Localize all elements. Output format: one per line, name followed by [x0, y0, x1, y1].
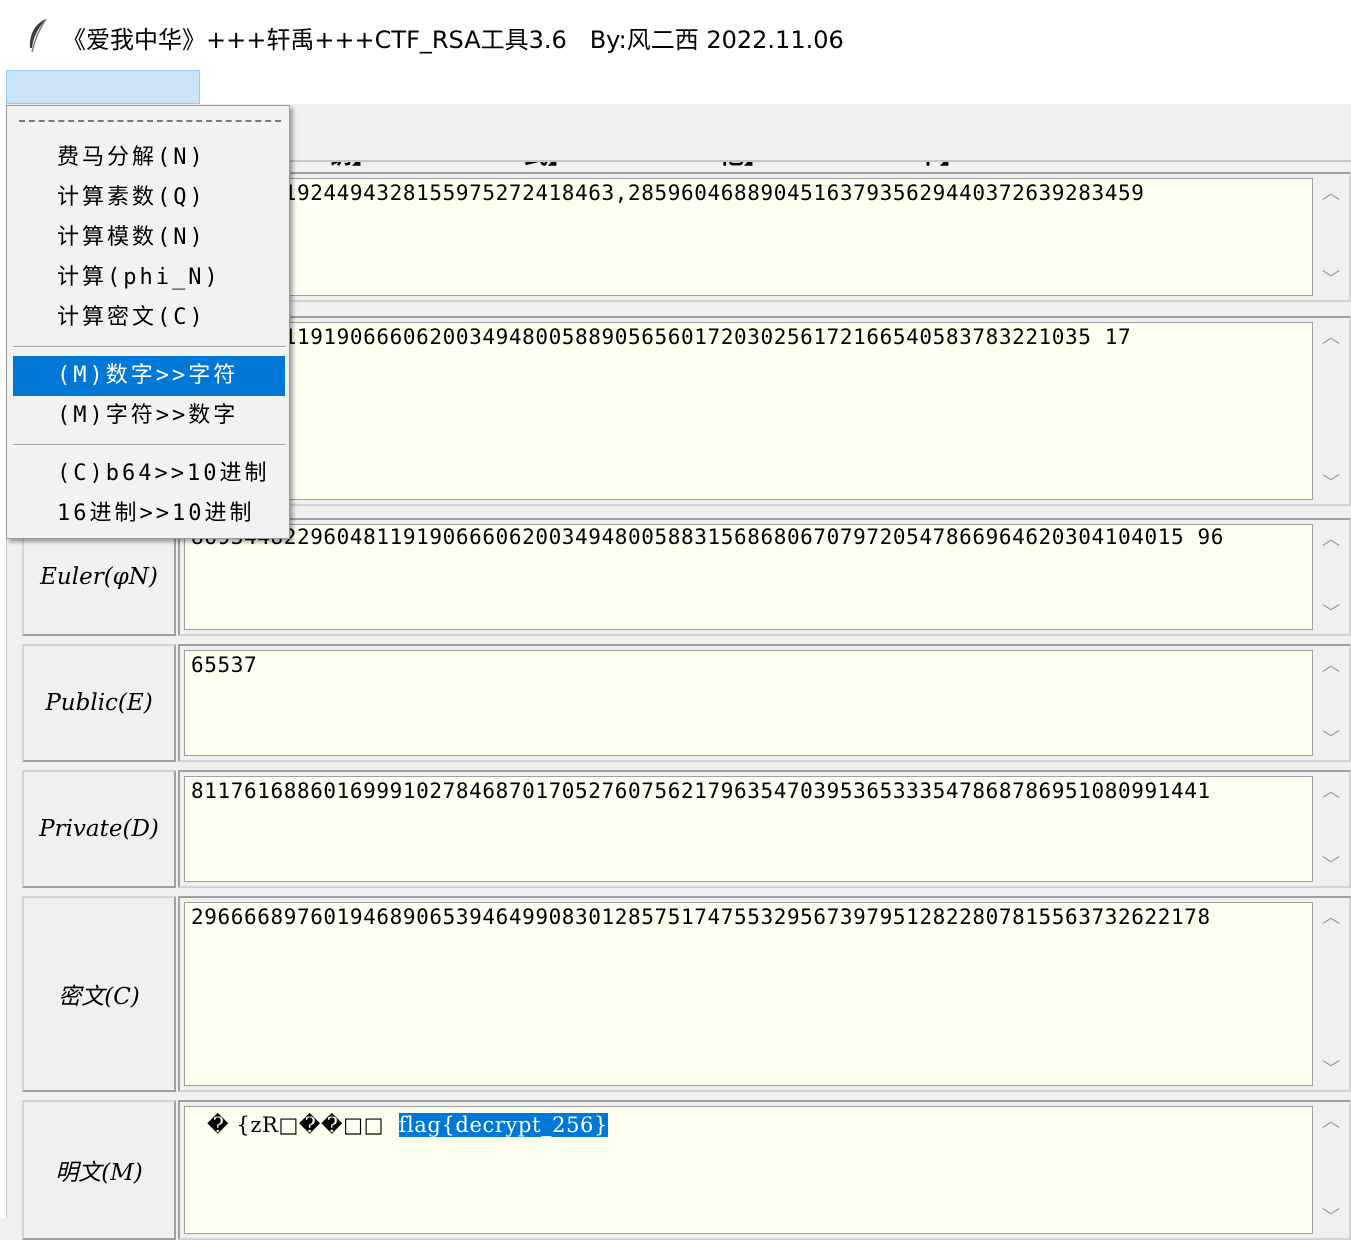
menu-bar: 【常 规】 【密 钥】 【模 式】 【其 他】 【脚 本】: [0, 70, 1351, 170]
scroll-down-icon[interactable]: ﹀: [1315, 728, 1347, 752]
menu-general[interactable]: 【常 规】: [6, 70, 200, 170]
euler-label: Euler(φN): [40, 564, 158, 590]
scroll-up-icon[interactable]: ︿: [1315, 326, 1347, 350]
pq-field-frame: 41604601924494328155975272418463,2859604…: [178, 172, 1351, 302]
cipher-label: 密文(C): [58, 984, 140, 1010]
label-public: Public(E): [22, 644, 176, 762]
menu-separator: [13, 346, 285, 348]
title-bar: 《爱我中华》+++轩禹+++CTF_RSA工具3.6 By:风二西 2022.1…: [0, 0, 1351, 70]
plain-scrollbar[interactable]: ︿ ﹀: [1315, 1106, 1347, 1234]
public-scrollbar[interactable]: ︿ ﹀: [1315, 650, 1347, 756]
scroll-down-icon[interactable]: ﹀: [1315, 1058, 1347, 1082]
menu-item-num-to-str[interactable]: (M)数字>>字符: [13, 356, 285, 396]
n-scrollbar[interactable]: ︿ ﹀: [1315, 322, 1347, 500]
public-field-frame: 65537 ︿ ﹀: [178, 644, 1351, 762]
scroll-up-icon[interactable]: ︿: [1315, 906, 1347, 930]
private-field[interactable]: 8117616886016999102784687017052760756217…: [184, 776, 1313, 882]
menu-item-calc-modulus[interactable]: 计算模数(N): [13, 218, 285, 258]
scroll-up-icon[interactable]: ︿: [1315, 1110, 1347, 1134]
menu-item-calc-phi[interactable]: 计算(phi_N): [13, 258, 285, 298]
plain-garbled-text: � {zR□��□□: [207, 1113, 385, 1137]
scroll-down-icon[interactable]: ﹀: [1315, 1206, 1347, 1230]
menu-item-str-to-num[interactable]: (M)字符>>数字: [13, 396, 285, 436]
feather-icon: [29, 18, 47, 53]
label-cipher: 密文(C): [22, 896, 176, 1092]
pq-field[interactable]: 41604601924494328155975272418463,2859604…: [184, 178, 1313, 296]
cipher-field-frame: 2966668976019468906539464990830128575174…: [178, 896, 1351, 1092]
plain-field[interactable]: � {zR□��□□ flag{decrypt_256}: [184, 1106, 1313, 1234]
row-private: Private(D) 81176168860169991027846870170…: [22, 770, 1351, 888]
plain-selected-text: flag{decrypt_256}: [398, 1113, 608, 1137]
scroll-up-icon[interactable]: ︿: [1315, 182, 1347, 206]
scroll-up-icon[interactable]: ︿: [1315, 654, 1347, 678]
n-field[interactable]: 2296048119190666062003494800588905656017…: [184, 322, 1313, 500]
row-cipher: 密文(C) 2966668976019468906539464990830128…: [22, 896, 1351, 1092]
menu-mode[interactable]: 【模 式】: [398, 70, 592, 169]
label-plain: 明文(M): [22, 1100, 176, 1240]
scroll-down-icon[interactable]: ﹀: [1315, 602, 1347, 626]
scroll-down-icon[interactable]: ﹀: [1315, 268, 1347, 292]
plain-field-frame: � {zR□��□□ flag{decrypt_256} ︿ ﹀: [178, 1100, 1351, 1240]
public-label: Public(E): [45, 690, 153, 716]
euler-field-frame: 8693448229604811919066606200349480058831…: [178, 518, 1351, 636]
menu-script[interactable]: 【脚 本】: [790, 70, 984, 169]
menu-item-calc-cipher[interactable]: 计算密文(C): [13, 298, 285, 338]
private-field-frame: 8117616886016999102784687017052760756217…: [178, 770, 1351, 888]
n-field-frame: 2296048119190666062003494800588905656017…: [178, 316, 1351, 506]
row-plain: 明文(M) � {zR□��□□ flag{decrypt_256} ︿ ﹀: [22, 1100, 1351, 1240]
menu-item-b64-to-dec[interactable]: (C)b64>>10进制: [13, 454, 285, 494]
private-scrollbar[interactable]: ︿ ﹀: [1315, 776, 1347, 882]
menu-item-hex-to-dec[interactable]: 16进制>>10进制: [13, 494, 285, 534]
menu-other[interactable]: 【其 他】: [594, 70, 788, 169]
cipher-scrollbar[interactable]: ︿ ﹀: [1315, 902, 1347, 1086]
menu-separator: [13, 444, 285, 446]
row-public: Public(E) 65537 ︿ ﹀: [22, 644, 1351, 762]
scroll-down-icon[interactable]: ﹀: [1315, 854, 1347, 878]
private-label: Private(D): [39, 816, 159, 842]
label-private: Private(D): [22, 770, 176, 888]
euler-scrollbar[interactable]: ︿ ﹀: [1315, 524, 1347, 630]
plain-label: 明文(M): [55, 1160, 143, 1186]
scroll-up-icon[interactable]: ︿: [1315, 528, 1347, 552]
pq-scrollbar[interactable]: ︿ ﹀: [1315, 178, 1347, 296]
menu-tearoff-line[interactable]: [19, 120, 281, 122]
public-field[interactable]: 65537: [184, 650, 1313, 756]
cipher-field[interactable]: 2966668976019468906539464990830128575174…: [184, 902, 1313, 1086]
scroll-up-icon[interactable]: ︿: [1315, 780, 1347, 804]
menu-item-calc-prime[interactable]: 计算素数(Q): [13, 178, 285, 218]
euler-field[interactable]: 8693448229604811919066606200349480058831…: [184, 524, 1313, 630]
general-dropdown-menu: 费马分解(N) 计算素数(Q) 计算模数(N) 计算(phi_N) 计算密文(C…: [6, 105, 290, 539]
menu-item-fermat[interactable]: 费马分解(N): [13, 138, 285, 178]
scroll-down-icon[interactable]: ﹀: [1315, 472, 1347, 496]
window-title: 《爱我中华》+++轩禹+++CTF_RSA工具3.6 By:风二西 2022.1…: [62, 26, 844, 54]
menu-key[interactable]: 【密 钥】: [202, 70, 396, 169]
